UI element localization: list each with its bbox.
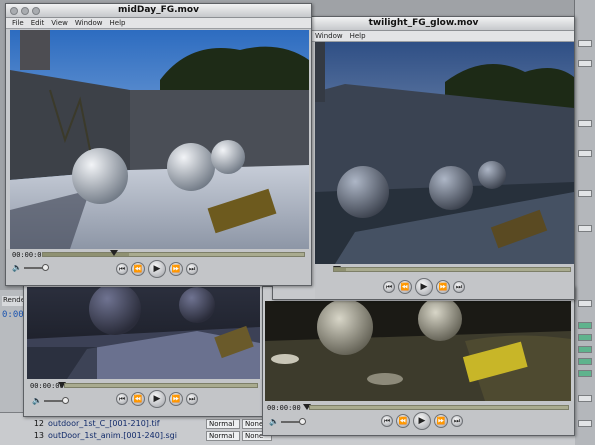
tool-chip[interactable] xyxy=(578,40,592,47)
transport-buttons: ⏮ ⏪ ▶ ⏩ ⏭ xyxy=(383,278,465,296)
layer-row[interactable]: 13 outDoor_1st_anim.[001-240].sgi Normal… xyxy=(26,430,272,441)
layer-number: 12 xyxy=(33,419,44,428)
rewind-button[interactable]: ⏪ xyxy=(131,392,145,406)
menu-file[interactable]: File xyxy=(12,19,24,27)
scrub-bar[interactable] xyxy=(64,383,258,388)
tool-chip[interactable] xyxy=(578,225,592,232)
playhead[interactable] xyxy=(110,250,118,256)
forward-to-end-button[interactable]: ⏭ xyxy=(186,263,198,275)
layer-name: outDoor_1st_anim.[001-240].sgi xyxy=(48,431,177,440)
midday-scene-image xyxy=(10,30,309,249)
window-title: twilight_FG_glow.mov xyxy=(368,18,479,28)
rewind-to-start-button[interactable]: ⏮ xyxy=(383,281,395,293)
volume-control[interactable]: 🔈 xyxy=(269,417,306,426)
rewind-button[interactable]: ⏪ xyxy=(396,414,410,428)
volume-control[interactable]: 🔈 xyxy=(12,263,49,272)
title-bar[interactable]: twilight_FG_glow.mov xyxy=(273,17,574,31)
fast-forward-button[interactable]: ⏩ xyxy=(436,280,450,294)
movie-window-bottom-left[interactable]: 00:00:00 🔈 ⏮ ⏪ ▶ ⏩ ⏭ xyxy=(23,284,263,417)
fast-forward-button[interactable]: ⏩ xyxy=(169,262,183,276)
movie-window-bottom-right[interactable]: 00:00:00 🔈 ⏮ ⏪ ▶ ⏩ ⏭ xyxy=(262,286,575,436)
rewind-to-start-button[interactable]: ⏮ xyxy=(116,263,128,275)
glow-scene-image xyxy=(265,301,571,401)
tool-chip[interactable] xyxy=(578,395,592,402)
tool-chip[interactable] xyxy=(578,300,592,307)
video-frame xyxy=(315,42,574,264)
render-tab[interactable]: Rende xyxy=(2,296,25,306)
forward-to-end-button[interactable]: ⏭ xyxy=(451,415,463,427)
forward-to-end-button[interactable]: ⏭ xyxy=(186,393,198,405)
menu-edit[interactable]: Edit xyxy=(31,19,45,27)
forward-to-end-button[interactable]: ⏭ xyxy=(453,281,465,293)
right-tool-strip xyxy=(574,0,595,445)
twilight-scene-image xyxy=(315,42,574,264)
fast-forward-button[interactable]: ⏩ xyxy=(434,414,448,428)
controller-bar: ⏮ ⏪ ▶ ⏩ ⏭ xyxy=(315,264,574,299)
video-frame xyxy=(10,30,309,249)
menu-help[interactable]: Help xyxy=(110,19,126,27)
rewind-to-start-button[interactable]: ⏮ xyxy=(116,393,128,405)
scrub-bar[interactable] xyxy=(309,405,569,410)
menu-bar: Window Help xyxy=(273,31,574,42)
layer-mode-select[interactable]: Normal xyxy=(206,418,240,429)
scrub-bar[interactable] xyxy=(333,267,571,272)
speaker-icon: 🔈 xyxy=(12,263,22,272)
title-bar[interactable]: midDay_FG.mov xyxy=(6,4,311,18)
tool-chip-green[interactable] xyxy=(578,334,592,341)
volume-control[interactable]: 🔈 xyxy=(32,396,69,405)
tool-chip-green[interactable] xyxy=(578,358,592,365)
scrub-bar[interactable] xyxy=(42,252,305,257)
controller-bar: 00:00:00 🔈 ⏮ ⏪ ▶ ⏩ ⏭ xyxy=(263,401,574,435)
timecode: 00:00:02 xyxy=(12,251,46,259)
background-timecode: 0:00 xyxy=(2,310,24,320)
layer-name: outdoor_1st_C_[001-210].tif xyxy=(48,419,160,428)
menu-help[interactable]: Help xyxy=(350,32,366,40)
menu-bar: File Edit View Window Help xyxy=(6,18,311,29)
play-button[interactable]: ▶ xyxy=(413,412,431,430)
tool-chip-green[interactable] xyxy=(578,370,592,377)
video-frame xyxy=(265,301,571,401)
volume-knob[interactable] xyxy=(41,263,49,271)
fast-forward-button[interactable]: ⏩ xyxy=(169,392,183,406)
volume-knob[interactable] xyxy=(61,396,69,404)
movie-window-twilight[interactable]: twilight_FG_glow.mov Window Help ⏮ ⏪ ▶ ⏩… xyxy=(272,16,575,300)
rewind-button[interactable]: ⏪ xyxy=(398,280,412,294)
rewind-button[interactable]: ⏪ xyxy=(131,262,145,276)
volume-knob[interactable] xyxy=(298,417,306,425)
controller-bar: 00:00:00 🔈 ⏮ ⏪ ▶ ⏩ ⏭ xyxy=(24,379,262,416)
transport-buttons: ⏮ ⏪ ▶ ⏩ ⏭ xyxy=(116,390,198,408)
video-frame xyxy=(27,287,260,379)
speaker-icon: 🔈 xyxy=(269,417,279,426)
tool-chip-green[interactable] xyxy=(578,322,592,329)
rewind-to-start-button[interactable]: ⏮ xyxy=(381,415,393,427)
movie-window-midday[interactable]: midDay_FG.mov File Edit View Window Help xyxy=(5,3,312,286)
play-button[interactable]: ▶ xyxy=(415,278,433,296)
menu-window[interactable]: Window xyxy=(315,32,343,40)
transport-buttons: ⏮ ⏪ ▶ ⏩ ⏭ xyxy=(116,260,198,278)
speaker-icon: 🔈 xyxy=(32,396,42,405)
tool-chip[interactable] xyxy=(578,420,592,427)
tool-chip-green[interactable] xyxy=(578,346,592,353)
timecode: 00:00:00 xyxy=(267,404,301,412)
menu-view[interactable]: View xyxy=(51,19,68,27)
tool-chip[interactable] xyxy=(578,120,592,127)
layer-row[interactable]: 12 outdoor_1st_C_[001-210].tif Normal No… xyxy=(26,418,272,429)
tool-chip[interactable] xyxy=(578,190,592,197)
transport-buttons: ⏮ ⏪ ▶ ⏩ ⏭ xyxy=(381,412,463,430)
play-button[interactable]: ▶ xyxy=(148,390,166,408)
tool-chip[interactable] xyxy=(578,60,592,67)
menu-window[interactable]: Window xyxy=(75,19,103,27)
layer-number: 13 xyxy=(33,431,44,440)
tool-chip[interactable] xyxy=(578,150,592,157)
window-title: midDay_FG.mov xyxy=(118,5,199,15)
play-button[interactable]: ▶ xyxy=(148,260,166,278)
controller-bar: 00:00:02 🔈 ⏮ ⏪ ▶ ⏩ ⏭ xyxy=(6,249,311,285)
night-scene-image xyxy=(27,287,260,379)
layer-mode-select[interactable]: Normal xyxy=(206,430,240,441)
